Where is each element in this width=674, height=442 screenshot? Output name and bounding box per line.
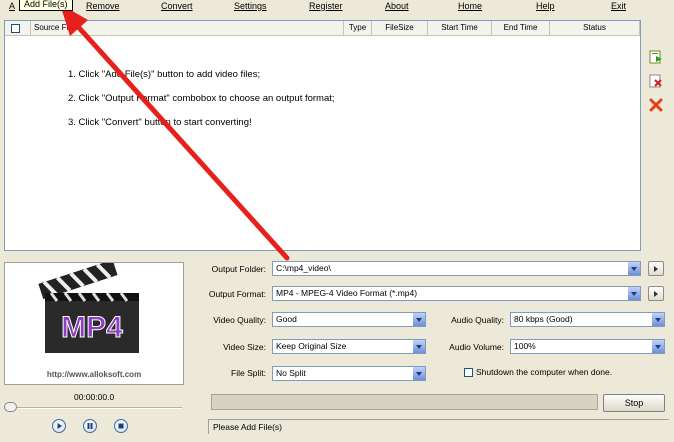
pause-icon <box>87 423 93 429</box>
file-list[interactable]: Source File Type FileSize Start Time End… <box>4 20 641 251</box>
menu-help[interactable]: Help <box>536 1 555 11</box>
file-split-label: File Split: <box>231 368 266 378</box>
output-folder-label: Output Folder: <box>211 264 266 274</box>
audio-volume-label: Audio Volume: <box>449 342 504 352</box>
seek-bar-thumb[interactable] <box>4 402 17 412</box>
audio-quality-label: Audio Quality: <box>451 315 504 325</box>
instruction-step-1: 1. Click "Add File(s)" button to add vid… <box>68 69 261 80</box>
video-size-value: Keep Original Size <box>276 341 347 351</box>
menu-convert[interactable]: Convert <box>161 1 193 11</box>
video-size-label: Video Size: <box>223 342 266 352</box>
website-url: http://www.alloksoft.com <box>46 370 142 379</box>
file-split-combo[interactable]: No Split <box>272 366 426 381</box>
video-quality-combo[interactable]: Good <box>272 312 426 327</box>
file-split-value: No Split <box>276 368 306 378</box>
chevron-down-icon[interactable] <box>412 313 425 326</box>
video-size-combo[interactable]: Keep Original Size <box>272 339 426 354</box>
remove-file-icon[interactable] <box>649 74 663 88</box>
column-status[interactable]: Status <box>550 21 640 35</box>
clear-list-icon[interactable] <box>649 98 663 112</box>
chevron-down-icon[interactable] <box>627 287 640 300</box>
audio-quality-value: 80 kbps (Good) <box>514 314 573 324</box>
audio-volume-combo[interactable]: 100% <box>510 339 665 354</box>
menu-add-files-partial[interactable]: A <box>9 1 15 11</box>
stop-playback-button[interactable] <box>114 419 128 433</box>
select-all-column <box>5 21 31 35</box>
column-source-file[interactable]: Source File <box>31 21 344 35</box>
menu-settings[interactable]: Settings <box>234 1 267 11</box>
conversion-progress-bar <box>211 394 598 410</box>
mp4-logo: MP4 <box>38 259 139 353</box>
output-format-label: Output Format: <box>208 289 266 299</box>
menu-exit[interactable]: Exit <box>611 1 626 11</box>
video-preview: MP4 http://www.alloksoft.com <box>4 259 184 385</box>
play-button[interactable] <box>52 419 66 433</box>
browse-folder-button[interactable] <box>648 261 664 276</box>
file-list-header: Source File Type FileSize Start Time End… <box>5 21 640 36</box>
audio-volume-value: 100% <box>514 341 536 351</box>
stop-button[interactable]: Stop <box>603 394 665 412</box>
shutdown-label: Shutdown the computer when done. <box>476 367 613 377</box>
column-type[interactable]: Type <box>344 21 372 35</box>
chevron-down-icon[interactable] <box>627 262 640 275</box>
chevron-down-icon[interactable] <box>651 340 664 353</box>
add-files-tooltip: Add File(s) <box>19 0 73 11</box>
stop-icon <box>118 423 124 429</box>
pause-button[interactable] <box>83 419 97 433</box>
column-filesize[interactable]: FileSize <box>372 21 428 35</box>
time-display: 00:00:00.0 <box>74 392 115 402</box>
chevron-down-icon[interactable] <box>412 367 425 380</box>
output-format-combo[interactable]: MP4 - MPEG-4 Video Format (*.mp4) <box>272 286 641 301</box>
menu-home[interactable]: Home <box>458 1 482 11</box>
mp4-logo-text: MP4 <box>61 311 123 344</box>
audio-quality-combo[interactable]: 80 kbps (Good) <box>510 312 665 327</box>
format-settings-button[interactable] <box>648 286 664 301</box>
column-end-time[interactable]: End Time <box>492 21 550 35</box>
output-format-value: MP4 - MPEG-4 Video Format (*.mp4) <box>276 288 418 298</box>
shutdown-checkbox[interactable] <box>464 368 473 377</box>
chevron-down-icon[interactable] <box>412 340 425 353</box>
column-start-time[interactable]: Start Time <box>428 21 492 35</box>
menu-register[interactable]: Register <box>309 1 343 11</box>
instruction-step-3: 3. Click "Convert" button to start conve… <box>68 117 252 128</box>
select-all-checkbox[interactable] <box>11 24 20 33</box>
add-file-icon[interactable] <box>649 50 663 64</box>
status-bar: Please Add File(s) <box>208 419 669 434</box>
chevron-down-icon[interactable] <box>651 313 664 326</box>
video-quality-value: Good <box>276 314 297 324</box>
instruction-step-2: 2. Click "Output Format" combobox to cho… <box>68 93 335 104</box>
output-folder-combo[interactable]: C:\mp4_video\ <box>272 261 641 276</box>
output-folder-value: C:\mp4_video\ <box>276 263 331 273</box>
video-quality-label: Video Quality: <box>213 315 266 325</box>
play-icon <box>57 423 62 429</box>
menu-remove[interactable]: Remove <box>86 1 120 11</box>
menu-bar: A Remove Convert Settings Register About… <box>0 0 674 14</box>
seek-bar-track[interactable] <box>6 407 182 409</box>
menu-about[interactable]: About <box>385 1 409 11</box>
